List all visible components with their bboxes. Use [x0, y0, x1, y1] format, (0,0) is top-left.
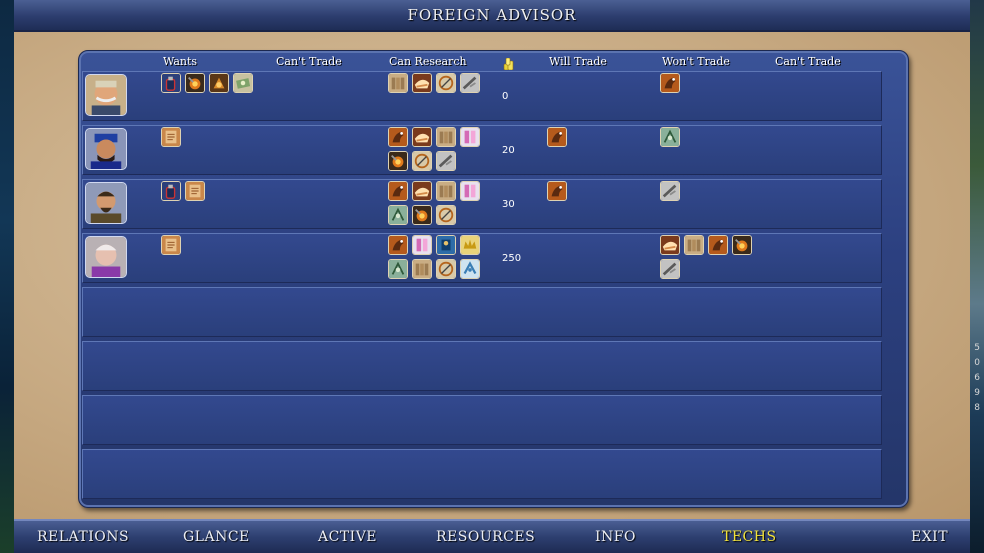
pottery-tech-icon[interactable]	[412, 181, 432, 201]
horseback-riding-tech-icon[interactable]	[547, 127, 567, 147]
empty-table-row	[82, 449, 882, 499]
column-header-wants: Wants	[163, 55, 198, 68]
pottery-tech-icon[interactable]	[660, 235, 680, 255]
iron-working-tech-icon[interactable]	[460, 73, 480, 93]
metallurgy-tech-icon[interactable]	[388, 151, 408, 171]
gold-amount: 0	[502, 91, 509, 102]
navigation-tech-icon[interactable]	[436, 259, 456, 279]
gold-amount: 20	[502, 145, 515, 156]
leader-portrait[interactable]	[85, 236, 127, 278]
bronze-working-tech-icon[interactable]	[209, 73, 229, 93]
iron-working-tech-icon[interactable]	[660, 259, 680, 279]
advisor-tab-bar: RELATIONS GLANCE ACTIVE RESOURCES INFO T…	[14, 519, 970, 553]
column-header-cant-trade-2: Can't Trade	[775, 55, 841, 68]
mysticism-tech-icon[interactable]	[460, 127, 480, 147]
mysticism-tech-icon[interactable]	[460, 181, 480, 201]
horseback-riding-tech-icon[interactable]	[388, 127, 408, 147]
navigation-tech-icon[interactable]	[436, 205, 456, 225]
map-edge-number: 6	[974, 373, 980, 383]
horseback-riding-tech-icon[interactable]	[388, 235, 408, 255]
exit-button[interactable]: EXIT	[911, 529, 948, 545]
mathematics-tech-icon[interactable]	[388, 259, 408, 279]
tab-glance[interactable]: GLANCE	[183, 529, 250, 545]
empty-table-row	[82, 287, 882, 337]
column-header-can-research: Can Research	[389, 55, 467, 68]
table-row	[82, 233, 882, 283]
pottery-tech-icon[interactable]	[412, 127, 432, 147]
mysticism-tech-icon[interactable]	[412, 235, 432, 255]
horseback-riding-tech-icon[interactable]	[708, 235, 728, 255]
mathematics-tech-icon[interactable]	[660, 127, 680, 147]
map-edge-number: 8	[974, 403, 980, 413]
map-edge-number: 0	[974, 358, 980, 368]
gunpowder-tech-icon[interactable]	[161, 73, 181, 93]
mathematics-tech-icon[interactable]	[388, 205, 408, 225]
map-edge-number: 9	[974, 388, 980, 398]
column-header-will-trade: Will Trade	[549, 55, 607, 68]
currency-tech-icon[interactable]	[233, 73, 253, 93]
tab-resources[interactable]: RESOURCES	[436, 529, 535, 545]
window-title: FOREIGN ADVISOR	[407, 6, 577, 24]
writing-tech-icon[interactable]	[161, 235, 181, 255]
empty-table-row	[82, 395, 882, 445]
writing-tech-icon[interactable]	[185, 181, 205, 201]
navigation-tech-icon[interactable]	[412, 151, 432, 171]
masonry-tech-icon[interactable]	[684, 235, 704, 255]
column-header-wont-trade: Won't Trade	[662, 55, 730, 68]
world-map-edge-right: 5 0 6 9 8	[968, 0, 984, 553]
iron-working-tech-icon[interactable]	[436, 151, 456, 171]
iron-working-tech-icon[interactable]	[660, 181, 680, 201]
gold-coins-icon	[503, 55, 514, 71]
masonry-tech-icon[interactable]	[388, 73, 408, 93]
tab-relations[interactable]: RELATIONS	[37, 529, 129, 545]
horseback-riding-tech-icon[interactable]	[388, 181, 408, 201]
literacy-tech-icon[interactable]	[460, 259, 480, 279]
metallurgy-tech-icon[interactable]	[732, 235, 752, 255]
title-bar: FOREIGN ADVISOR	[14, 0, 970, 32]
gold-amount: 250	[502, 253, 522, 264]
monarchy-tech-icon[interactable]	[460, 235, 480, 255]
masonry-tech-icon[interactable]	[436, 181, 456, 201]
map-edge-number: 5	[974, 343, 980, 353]
masonry-tech-icon[interactable]	[436, 127, 456, 147]
gold-amount: 30	[502, 199, 515, 210]
column-header-cant-trade: Can't Trade	[276, 55, 342, 68]
horseback-riding-tech-icon[interactable]	[660, 73, 680, 93]
table-row	[82, 125, 882, 175]
leader-portrait[interactable]	[85, 74, 127, 116]
tab-info[interactable]: INFO	[595, 529, 636, 545]
tab-techs[interactable]: TECHS	[722, 529, 777, 545]
writing-tech-icon[interactable]	[161, 127, 181, 147]
leader-portrait[interactable]	[85, 128, 127, 170]
metallurgy-tech-icon[interactable]	[185, 73, 205, 93]
pottery-tech-icon[interactable]	[412, 73, 432, 93]
tab-active[interactable]: ACTIVE	[318, 529, 377, 545]
empty-table-row	[82, 341, 882, 391]
masonry-tech-icon[interactable]	[412, 259, 432, 279]
leader-portrait[interactable]	[85, 182, 127, 224]
navigation-tech-icon[interactable]	[436, 73, 456, 93]
horseback-riding-tech-icon[interactable]	[547, 181, 567, 201]
metallurgy-tech-icon[interactable]	[412, 205, 432, 225]
gunpowder-tech-icon[interactable]	[161, 181, 181, 201]
philosophy-tech-icon[interactable]	[436, 235, 456, 255]
